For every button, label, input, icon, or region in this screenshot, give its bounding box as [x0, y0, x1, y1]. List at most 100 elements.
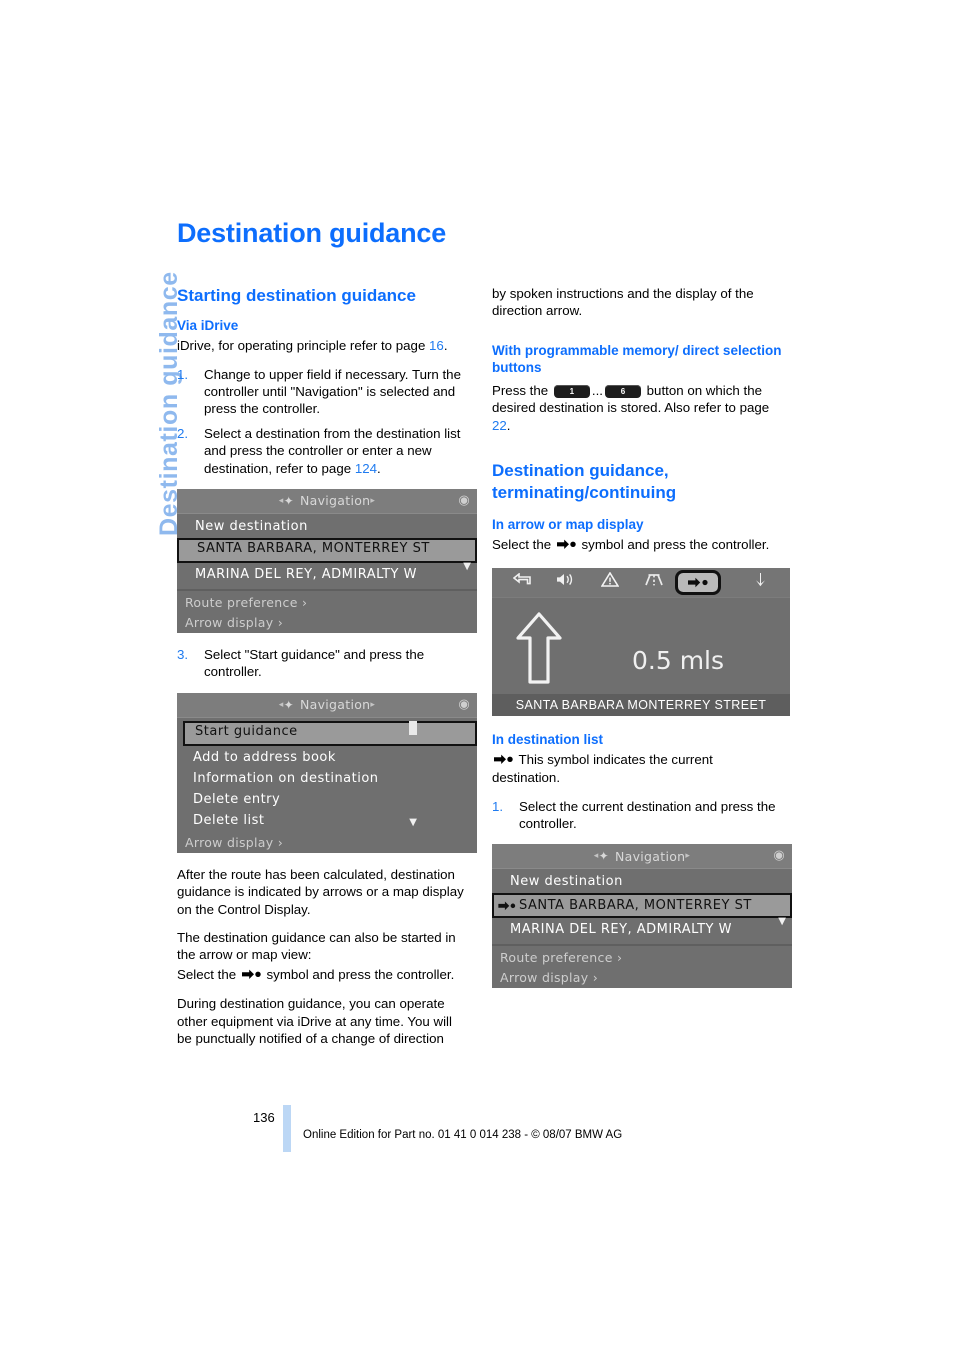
destination-arrow-icon[interactable] [675, 569, 721, 595]
current-destination-arrow-icon [498, 901, 516, 911]
step-number: 1. [492, 798, 504, 814]
screen-header: ◂ ✦ Navigation ▸ ◉ [177, 488, 477, 514]
list-item: 1. Select the current destination and pre… [492, 798, 784, 833]
highway-icon[interactable] [632, 572, 676, 592]
arrow-map-pre: Select the [492, 537, 555, 553]
satellite-icon: ✦ [283, 697, 294, 712]
idrive-intro-end: . [443, 338, 448, 354]
paragraph-destination-symbol: This symbol indicates the current destin… [492, 751, 784, 787]
list-item[interactable]: MARINA DEL REY, ADMIRALTY W [177, 564, 477, 585]
page-ref-22[interactable]: 22 [492, 418, 507, 433]
memory-button-6-label: 6 [620, 386, 626, 396]
warning-icon[interactable] [588, 571, 632, 592]
footer-note: Online Edition for Part no. 01 41 0 014 … [303, 1129, 623, 1141]
settings-icon[interactable]: ◉ [458, 697, 470, 712]
heading-programmable-memory: With programmable memory/ direct selecti… [492, 342, 782, 376]
satellite-icon: ✦ [598, 849, 609, 864]
destination-arrow-icon [556, 537, 576, 554]
step-number: 1. [177, 366, 189, 382]
list-item[interactable]: New destination [177, 516, 477, 537]
screen-row-list: New destination SANTA BARBARA, MONTERREY… [492, 869, 792, 942]
heading-in-arrow-or-map-display: In arrow or map display [492, 517, 644, 533]
idrive-intro-text: iDrive, for operating principle refer to… [177, 338, 430, 354]
list-item-selected[interactable]: SANTA BARBARA, MONTERREY ST [492, 893, 792, 919]
list-item[interactable]: MARINA DEL REY, ADMIRALTY W [492, 919, 792, 940]
down-arrow-icon[interactable] [738, 572, 782, 593]
step-number: 3. [177, 646, 189, 662]
scroll-down-icon[interactable]: ▼ [778, 916, 786, 927]
screen-footer-arrow-display[interactable]: Arrow display › [177, 612, 477, 633]
right-caret-icon: ▸ [370, 495, 376, 506]
scroll-down-icon[interactable]: ▼ [463, 561, 471, 572]
page-title: Destination guidance [177, 218, 447, 248]
screen-footer-arrow-display[interactable]: Arrow display › [492, 968, 792, 989]
screen-footer-arrow-display[interactable]: Arrow display › [177, 832, 477, 853]
list-item-selected[interactable]: SANTA BARBARA, MONTERREY ST [177, 537, 477, 563]
paragraph-after-route: After the route has been calculated, des… [177, 866, 464, 917]
memory-button-1-label: 1 [569, 386, 575, 396]
screenshot-nav-start-guidance: ◂ ✦ Navigation ▸ ◉ Start guidance Add to… [177, 692, 477, 853]
memory-pre-text: Press the [492, 382, 552, 398]
scrollbar-thumb[interactable] [409, 720, 417, 735]
memory-button-6-icon[interactable]: 6 [604, 384, 641, 398]
step-text-tail: . [377, 460, 381, 476]
paragraph-select-symbol: Select the symbol and press the controll… [177, 966, 469, 984]
list-item-label: SANTA BARBARA, MONTERREY ST [519, 897, 752, 913]
steps-list-destination: 1. Select the current destination and pre… [492, 798, 784, 833]
step-number: 2. [177, 425, 189, 441]
heading-starting-destination-guidance: Starting destination guidance [177, 286, 416, 305]
page-ref-124[interactable]: 124 [355, 461, 377, 476]
page-ref-16[interactable]: 16 [429, 338, 444, 353]
direction-arrow-graphic [516, 612, 562, 689]
screen-header: ◂ ✦ Navigation ▸ ◉ [492, 844, 792, 870]
screen-header-label: Navigation [614, 848, 686, 864]
settings-icon[interactable]: ◉ [773, 848, 785, 863]
list-item[interactable]: Add to address book [183, 747, 477, 768]
step-text: Select the current destination and press… [519, 798, 776, 831]
list-item[interactable]: Information on destination [183, 768, 477, 789]
scrollbar[interactable]: ▼ [407, 720, 417, 847]
destination-arrow-toolbar-item[interactable] [675, 569, 721, 595]
paragraph-arrow-map-select: Select the symbol and press the controll… [492, 536, 784, 554]
divider [492, 944, 792, 947]
speaker-icon[interactable] [544, 572, 588, 592]
list-item[interactable]: New destination [492, 871, 792, 892]
memory-button-1-icon[interactable]: 1 [553, 384, 590, 398]
page-number: 136 [253, 1110, 275, 1125]
heading-terminating-continuing: Destination guidance, terminating/contin… [492, 461, 677, 503]
left-column: Starting destination guidance Via iDrive… [177, 285, 477, 1058]
list-item[interactable]: Delete list [183, 810, 477, 831]
scroll-down-icon[interactable]: ▼ [409, 817, 417, 828]
screen-header-label: Navigation [299, 697, 371, 713]
paragraph-continued: by spoken instructions and the display o… [492, 286, 754, 319]
right-caret-icon: ▸ [685, 851, 691, 862]
paragraph-also-started: The destination guidance can also be sta… [177, 929, 456, 963]
list-item: 1. Change to upper field if necessary. Tu… [177, 366, 469, 418]
screenshot-arrow-display: 0.5 mls SANTA BARBARA MONTERREY STREET [492, 567, 790, 716]
screen-footer-route-preference[interactable]: Route preference › [177, 592, 477, 613]
destination-arrow-icon [494, 752, 513, 769]
memory-ellipsis: ... [591, 382, 603, 398]
screen-header: ◂ ✦ Navigation ▸ ◉ [177, 692, 477, 718]
distance-readout: 0.5 mls [632, 645, 725, 675]
manual-page: Destination guidance Destination guidanc… [0, 0, 954, 1350]
screen-row-list: Start guidance Add to address book Infor… [177, 718, 477, 833]
satellite-icon: ✦ [283, 493, 294, 508]
back-icon[interactable] [500, 572, 544, 592]
steps-list-start-guidance: 3. Select "Start guidance" and press the … [177, 646, 469, 681]
paragraph-idrive-intro: iDrive, for operating principle refer to… [177, 337, 469, 354]
settings-icon[interactable]: ◉ [458, 493, 470, 508]
screen-footer-route-preference[interactable]: Route preference › [492, 948, 792, 969]
list-item-selected[interactable]: Start guidance [183, 720, 477, 746]
destination-symbol-text: This symbol indicates the current destin… [492, 751, 713, 786]
list-item[interactable]: Delete entry [183, 789, 477, 810]
screenshot-nav-destination-list: ◂ ✦ Navigation ▸ ◉ New destination SANTA… [177, 488, 477, 633]
chapter-side-tab: Destination guidance [103, 218, 183, 548]
scrollbar[interactable]: ▼ [776, 870, 786, 982]
scrollbar[interactable]: ▼ [461, 515, 471, 627]
destination-arrow-icon [241, 967, 261, 984]
street-name-readout: SANTA BARBARA MONTERREY STREET [492, 693, 790, 716]
memory-end: . [506, 417, 511, 433]
screen-toolbar [492, 567, 790, 598]
list-item: 2. Select a destination from the destinat… [177, 425, 469, 477]
